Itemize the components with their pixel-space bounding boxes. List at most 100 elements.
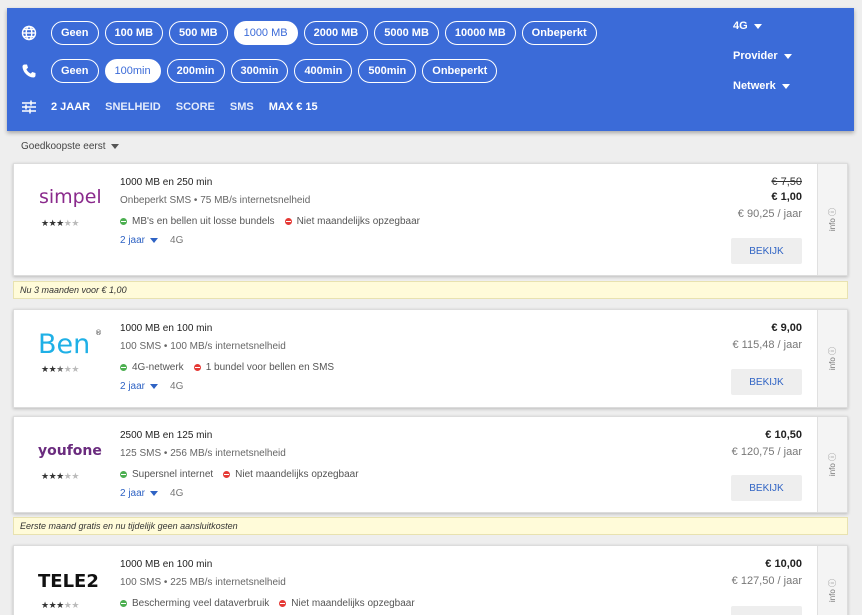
minutes-chip-300min[interactable]: 300min (230, 59, 289, 83)
star-icon: ★ (71, 364, 79, 374)
duration-label: 2 jaar (120, 235, 146, 246)
pro-icon (120, 364, 127, 371)
star-icon: ★ (41, 218, 49, 228)
bekijk-button[interactable]: BEKIJK (731, 238, 802, 264)
yearly-price: € 115,48 / jaar (732, 339, 802, 351)
chevron-down-icon (753, 23, 762, 29)
monthly-price: € 10,00 (765, 558, 802, 570)
chevron-down-icon (150, 238, 159, 243)
minutes-chip-500min[interactable]: 500min (358, 59, 417, 83)
star-icon: ★ (56, 600, 64, 610)
price-block: € 10,00 € 127,50 / jaar (732, 558, 802, 587)
youfone-logo: youfone (38, 435, 104, 465)
data-chip-5000mb[interactable]: 5000 MB (374, 21, 439, 45)
offer-con: Niet maandelijks opzegbaar (235, 469, 359, 480)
offer-meta: 2 jaar 4G (120, 235, 183, 246)
pro-icon (120, 471, 127, 478)
data-chip-10000mb[interactable]: 10000 MB (444, 21, 516, 45)
data-chip-2000mb[interactable]: 2000 MB (303, 21, 369, 45)
option-snelheid[interactable]: SNELHEID (105, 101, 161, 113)
option-score[interactable]: SCORE (176, 101, 215, 113)
simpel-logo: simpel (38, 182, 100, 212)
star-rating: ★★★★★ (41, 218, 79, 229)
star-icon: ★ (41, 364, 49, 374)
minutes-chip-100min[interactable]: 100min (104, 59, 161, 83)
price-block: € 7,50 € 1,00 € 90,25 / jaar (738, 176, 802, 220)
star-icon: ★ (56, 471, 64, 481)
provider-logo-text: simpel (39, 186, 100, 208)
sort-dropdown[interactable]: Goedkoopste eerst (21, 141, 119, 152)
info-label: info ⓘ (828, 452, 837, 477)
offer-pro: Supersnel internet (132, 469, 214, 480)
bekijk-button[interactable]: BEKIJK (731, 369, 802, 395)
info-toggle[interactable]: info ⓘ (817, 164, 847, 275)
minutes-chip-geen[interactable]: Geen (51, 59, 99, 83)
price-block: € 10,50 € 120,75 / jaar (732, 429, 802, 458)
old-price: € 7,50 (771, 176, 802, 188)
info-label: info ⓘ (828, 207, 837, 232)
data-chip-geen[interactable]: Geen (51, 21, 99, 45)
star-icon: ★ (71, 471, 79, 481)
minutes-chip-onbeperkt[interactable]: Onbeperkt (422, 59, 498, 83)
filter-panel: Geen 100 MB 500 MB 1000 MB 2000 MB 5000 … (7, 8, 854, 131)
offer-title: 2500 MB en 125 min (120, 430, 213, 441)
monthly-price: € 9,00 (771, 322, 802, 334)
duration-label: 2 jaar (120, 488, 146, 499)
provider-dropdown[interactable]: Provider (733, 50, 792, 62)
data-chip-500mb[interactable]: 500 MB (169, 21, 228, 45)
network-type-label: 4G (733, 20, 748, 32)
data-chip-100mb[interactable]: 100 MB (104, 21, 164, 45)
option-sms[interactable]: SMS (230, 101, 254, 113)
offer-pro: 4G-netwerk (132, 362, 184, 373)
options-row: 2 JAAR SNELHEID SCORE SMS MAX € 15 (7, 94, 333, 120)
con-icon (193, 364, 201, 371)
offer-con: Niet maandelijks opzegbaar (296, 216, 420, 227)
pro-icon (120, 218, 127, 225)
duration-dropdown[interactable]: 2 jaar (120, 235, 159, 246)
offer-meta: 2 jaar 4G (120, 381, 183, 392)
duration-dropdown[interactable]: 2 jaar (120, 381, 159, 392)
yearly-price: € 127,50 / jaar (731, 575, 802, 587)
bekijk-button[interactable]: BEKIJK (731, 475, 802, 501)
sort-label: Goedkoopste eerst (21, 141, 106, 152)
star-icon: ★ (56, 218, 64, 228)
con-icon (223, 471, 231, 478)
offer-features: MB's en bellen uit losse bundels Niet ma… (120, 216, 420, 227)
option-max-price[interactable]: MAX € 15 (269, 101, 318, 113)
minutes-chip-400min[interactable]: 400min (294, 59, 353, 83)
offer-title: 1000 MB en 250 min (120, 177, 213, 188)
pro-icon (120, 600, 127, 607)
data-filter-row: Geen 100 MB 500 MB 1000 MB 2000 MB 5000 … (7, 20, 603, 46)
promo-banner: Eerste maand gratis en nu tijdelijk geen… (13, 517, 848, 535)
network-dropdown[interactable]: Netwerk (733, 80, 790, 92)
star-icon: ★ (41, 471, 49, 481)
offer-card-ben: Ben ® ★★★★★ 1000 MB en 100 min 100 SMS •… (13, 309, 848, 408)
chevron-down-icon (781, 83, 790, 89)
minutes-chip-200min[interactable]: 200min (166, 59, 225, 83)
offer-features: Supersnel internet Niet maandelijks opze… (120, 469, 359, 480)
info-label: info ⓘ (828, 578, 837, 602)
minutes-filter-row: Geen 100min 200min 300min 400min 500min … (7, 58, 503, 84)
registered-mark: ® (95, 329, 102, 337)
provider-label: Provider (733, 50, 778, 62)
info-toggle[interactable]: info ⓘ (817, 546, 847, 615)
con-icon (284, 218, 292, 225)
data-chip-onbeperkt[interactable]: Onbeperkt (521, 21, 597, 45)
star-rating: ★★★★★ (41, 364, 79, 375)
info-toggle[interactable]: info ⓘ (817, 310, 847, 407)
network-type-dropdown[interactable]: 4G (733, 20, 762, 32)
star-rating: ★★★★★ (41, 600, 79, 611)
chevron-down-icon (110, 144, 119, 149)
offer-card-youfone: youfone ★★★★★ 2500 MB en 125 min 125 SMS… (13, 416, 848, 513)
info-toggle[interactable]: info ⓘ (817, 417, 847, 512)
bekijk-button[interactable]: BEKIJK (731, 606, 802, 615)
star-icon: ★ (41, 600, 49, 610)
data-chip-1000mb[interactable]: 1000 MB (233, 21, 298, 45)
provider-logo-text: Ben (38, 329, 90, 360)
network-type: 4G (170, 235, 184, 246)
duration-dropdown[interactable]: 2 jaar (120, 488, 159, 499)
network-type: 4G (170, 381, 184, 392)
option-2-jaar[interactable]: 2 JAAR (51, 101, 90, 113)
offer-subtitle: Onbeperkt SMS • 75 MB/s internetsnelheid (120, 195, 311, 206)
offer-card-tele2: TELE2 ★★★★★ 1000 MB en 100 min 100 SMS •… (13, 545, 848, 615)
